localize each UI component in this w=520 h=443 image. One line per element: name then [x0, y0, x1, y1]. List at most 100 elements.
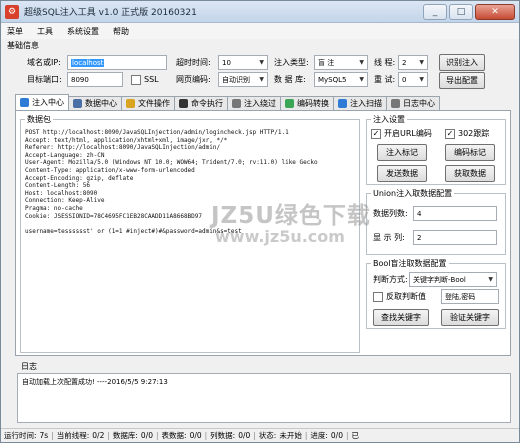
export-config-button[interactable]: 导出配置: [439, 72, 485, 89]
tab-file-ops[interactable]: 文件操作: [121, 96, 175, 110]
tab-data-center[interactable]: 数据中心: [68, 96, 122, 110]
domain-label: 域名或IP:: [27, 58, 61, 67]
watermark-logo: JZ5U绿色下载: [211, 203, 371, 229]
encode-mark-button[interactable]: 编码标记: [445, 144, 495, 161]
ssl-label: SSL: [144, 75, 159, 84]
display-column-label: 显 示 列:: [373, 233, 405, 242]
table-label: 表数据:: [161, 431, 187, 440]
chevron-down-icon: ▼: [359, 59, 364, 66]
redirect-302-checkbox[interactable]: ✓: [445, 128, 455, 139]
terminal-icon: [179, 99, 188, 108]
invert-judge-checkbox[interactable]: [373, 291, 383, 302]
state-label: 状态:: [258, 431, 277, 440]
basic-info-title: 基础信息: [7, 41, 39, 50]
scan-icon: [338, 99, 347, 108]
column-value: 0/0: [238, 431, 251, 440]
runtime-label: 运行时间:: [4, 431, 37, 440]
chevron-down-icon: ▼: [259, 76, 264, 83]
union-config-group: Union注入取数据配置 数据列数: 4 显 示 列: 2: [366, 188, 506, 255]
database-select[interactable]: MySQL5 ▼: [314, 72, 368, 87]
packet-legend: 数据包: [25, 114, 53, 125]
url-encode-label: 开启URL编码: [384, 129, 432, 138]
inject-mark-button[interactable]: 注入标记: [377, 144, 427, 161]
verify-keyword-button[interactable]: 验证关键字: [441, 309, 499, 326]
status-bar: 运行时间: 7s | 当前线程: 0/2 | 数据库: 0/0 | 表数据: 0…: [1, 428, 519, 442]
tab-command[interactable]: 命令执行: [174, 96, 228, 110]
status-tail: 已: [351, 431, 360, 440]
tab-scan[interactable]: 注入扫描: [333, 96, 387, 110]
chevron-down-icon: ▼: [259, 59, 264, 66]
identify-injection-button[interactable]: 识别注入: [439, 54, 485, 71]
database-label: 数 据 库:: [274, 75, 306, 84]
threads-select[interactable]: 2 ▼: [398, 55, 428, 70]
tab-inject-center[interactable]: 注入中心: [15, 94, 69, 110]
keyword-input[interactable]: 登陆,密码: [441, 289, 499, 304]
inject-settings-legend: 注入设置: [371, 114, 407, 125]
invert-judge-label: 反取判断值: [386, 292, 426, 301]
inject-type-label: 注入类型:: [274, 58, 309, 67]
maximize-button[interactable]: □: [449, 3, 473, 20]
close-button[interactable]: ✕: [475, 3, 515, 20]
ssl-checkbox[interactable]: [131, 74, 141, 85]
judge-method-select[interactable]: 关键字判断-Bool ▼: [409, 272, 497, 287]
minimize-button[interactable]: _: [423, 3, 447, 20]
log-icon: [391, 99, 400, 108]
table-value: 0/0: [189, 431, 202, 440]
retry-label: 重 试:: [374, 75, 396, 84]
domain-input[interactable]: localhost: [67, 55, 167, 70]
thread-value: 0/2: [92, 431, 105, 440]
columns-label: 数据列数:: [373, 209, 408, 218]
main-window: ⚙ 超级SQL注入工具 v1.0 正式版 20160321 _ □ ✕ 菜单 工…: [0, 0, 520, 443]
gear-icon: [20, 98, 29, 107]
chevron-down-icon: ▼: [488, 276, 493, 283]
log-title: 日志: [21, 362, 37, 371]
menu-item-help[interactable]: 帮助: [113, 26, 129, 37]
redirect-302-label: 302跟踪: [458, 129, 490, 138]
tab-bypass[interactable]: 注入绕过: [227, 96, 281, 110]
convert-icon: [285, 99, 294, 108]
chevron-down-icon: ▼: [419, 76, 424, 83]
judge-method-label: 判断方式:: [373, 275, 408, 284]
encoding-select[interactable]: 自动识别 ▼: [218, 72, 268, 87]
port-label: 目标端口:: [27, 75, 62, 84]
timeout-label: 超时时间:: [176, 58, 211, 67]
retry-select[interactable]: 0 ▼: [398, 72, 428, 87]
menu-item-settings[interactable]: 系统设置: [67, 26, 99, 37]
timeout-select[interactable]: 10 ▼: [218, 55, 268, 70]
tab-bar: 注入中心 数据中心 文件操作 命令执行 注入绕过 编码转换 注入扫描 日志中心: [15, 94, 440, 110]
menu-item-tools[interactable]: 工具: [37, 26, 53, 37]
threads-label: 线 程:: [374, 58, 396, 67]
port-input[interactable]: 8090: [67, 72, 123, 87]
state-value: 未开始: [279, 431, 302, 440]
shield-icon: [232, 99, 241, 108]
menu-bar: 菜单 工具 系统设置 帮助: [1, 23, 519, 39]
menu-item-menu[interactable]: 菜单: [7, 26, 23, 37]
database-icon: [73, 99, 82, 108]
encoding-label: 网页编码:: [176, 75, 211, 84]
title-bar[interactable]: ⚙ 超级SQL注入工具 v1.0 正式版 20160321 _ □ ✕: [1, 1, 519, 23]
db-label: 数据库:: [112, 431, 138, 440]
app-icon: ⚙: [5, 4, 19, 19]
inject-type-select[interactable]: 盲 注 ▼: [314, 55, 368, 70]
columns-input[interactable]: 4: [413, 206, 497, 221]
tab-encode[interactable]: 编码转换: [280, 96, 334, 110]
column-label: 列数据:: [210, 431, 236, 440]
url-encode-checkbox[interactable]: ✓: [371, 128, 381, 139]
tab-log-center[interactable]: 日志中心: [386, 96, 440, 110]
find-keyword-button[interactable]: 查找关键字: [373, 309, 429, 326]
log-textarea[interactable]: 自动加载上次配置成功! ----2016/5/5 9:27:13: [17, 373, 511, 423]
inject-settings-group: 注入设置 ✓ 开启URL编码 ✓ 302跟踪 注入标记 编码标记 发送数据 获取…: [366, 114, 506, 185]
display-column-input[interactable]: 2: [413, 230, 497, 245]
window-title: 超级SQL注入工具 v1.0 正式版 20160321: [24, 8, 197, 18]
thread-label: 当前线程:: [56, 431, 90, 440]
bool-config-group: Bool盲注取数据配置 判断方式: 关键字判断-Bool ▼ 反取判断值 登陆,密…: [366, 258, 506, 329]
bool-config-legend: Bool盲注取数据配置: [371, 258, 449, 269]
chevron-down-icon: ▼: [419, 59, 424, 66]
file-icon: [126, 99, 135, 108]
progress-value: 0/0: [330, 431, 343, 440]
watermark-url: www.jz5u.com: [215, 227, 345, 246]
runtime-value: 7s: [39, 431, 49, 440]
send-data-button[interactable]: 发送数据: [377, 165, 427, 182]
db-value: 0/0: [140, 431, 153, 440]
fetch-data-button[interactable]: 获取数据: [445, 165, 495, 182]
